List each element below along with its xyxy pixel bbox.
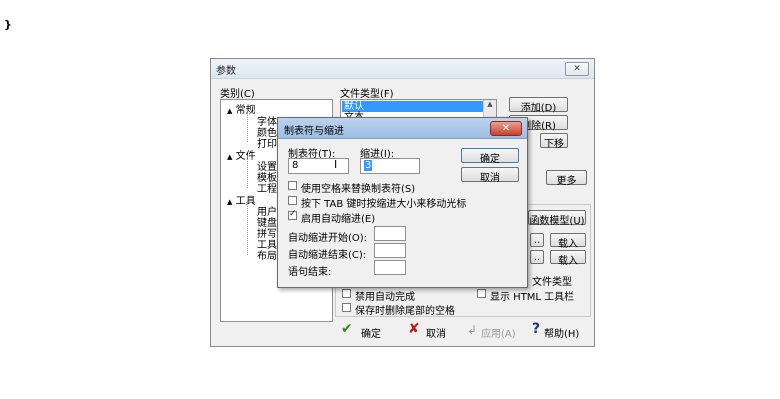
dialog-ok-button[interactable]: 确定: [461, 148, 519, 165]
filetype-behind-text: 文件类型: [532, 277, 572, 288]
auto-indent-start-label: 自动缩进开始(O):: [288, 233, 368, 244]
dialog-title: 制表符与缩进: [284, 126, 344, 137]
help-icon: ?: [532, 321, 541, 337]
add-button[interactable]: 添加(D): [509, 97, 568, 114]
close-icon: ✕: [501, 123, 511, 134]
move-down-label: 下移: [544, 139, 564, 150]
function-model-button[interactable]: 函数模型(U): [528, 210, 586, 227]
tree-label: 工具: [235, 196, 256, 207]
tree-line: [247, 201, 249, 255]
indent-size-input[interactable]: 3: [360, 158, 420, 174]
statement-end-input[interactable]: [374, 260, 406, 275]
window-title: 参数: [216, 66, 236, 77]
tree-item-layout[interactable]: 布局: [257, 247, 277, 262]
dialog-titlebar: 制表符与缩进 ✕: [278, 118, 527, 139]
x-icon: ✘: [408, 321, 420, 337]
load-button-1[interactable]: 载入: [550, 233, 586, 250]
category-label: 类别(C): [220, 89, 255, 100]
tree-toggle-icon[interactable]: ▲: [227, 153, 232, 161]
show-html-toolbar-checkbox[interactable]: [477, 289, 486, 298]
browse-button-1[interactable]: ..: [530, 233, 544, 247]
auto-indent-start-input[interactable]: [374, 226, 406, 241]
load-button-2[interactable]: 载入: [550, 250, 586, 267]
tree-toggle-icon[interactable]: ▲: [227, 107, 232, 115]
tab-moves-by-indent-checkbox[interactable]: [288, 196, 297, 205]
disable-autocomplete-checkbox[interactable]: [342, 289, 351, 298]
text-cursor-icon: I: [334, 158, 338, 171]
tab-moves-by-indent-label: 按下 TAB 键时按缩进大小来移动光标: [301, 199, 467, 210]
tab-size-input[interactable]: 8: [288, 158, 349, 174]
tree-node-file[interactable]: ▲ 文件: [227, 147, 256, 162]
tree-item-print[interactable]: 打印: [257, 135, 277, 150]
filetype-label: 文件类型(F): [340, 89, 394, 100]
footer-cancel-label: 取消: [426, 329, 446, 340]
dialog-ok-label: 确定: [480, 154, 500, 165]
filetype-item-selected[interactable]: 默认: [342, 101, 485, 112]
add-button-label: 添加(D): [520, 103, 557, 114]
move-down-button[interactable]: 下移: [540, 133, 568, 150]
tree-line: [247, 156, 249, 188]
use-spaces-label: 使用空格来替换制表符(S): [301, 184, 416, 195]
function-model-label: 函数模型(U): [529, 216, 585, 227]
load-label: 载入: [558, 239, 578, 250]
auto-indent-label: 启用自动缩进(E): [301, 214, 376, 225]
more-button[interactable]: 更多: [546, 170, 587, 187]
dialog-cancel-button[interactable]: 取消: [461, 167, 519, 184]
footer-apply-label: 应用(A): [481, 329, 516, 340]
disable-autocomplete-label: 禁用自动完成: [355, 292, 415, 303]
use-spaces-checkbox[interactable]: [288, 181, 297, 190]
statement-end-label: 语句结束:: [288, 267, 332, 278]
check-icon: ✔: [341, 321, 353, 337]
tree-node-tools[interactable]: ▲ 工具: [227, 192, 256, 207]
show-html-toolbar-label: 显示 HTML 工具栏: [490, 292, 575, 303]
tab-indent-dialog: 制表符与缩进 ✕ 制表符(T): 8 I 缩进(I): 3 确定 取消 使用空格…: [277, 117, 528, 288]
footer-ok-label: 确定: [361, 329, 381, 340]
dialog-close-button[interactable]: ✕: [490, 121, 522, 136]
tree-toggle-icon[interactable]: ▲: [227, 198, 232, 206]
indent-value-selected: 3: [364, 160, 373, 171]
browse-label: ..: [533, 235, 541, 246]
auto-indent-checkbox[interactable]: [288, 209, 297, 220]
auto-indent-end-label: 自动缩进结束(C):: [288, 250, 367, 261]
scroll-up-icon[interactable]: ▲: [484, 100, 496, 108]
keep-trailing-spaces-checkbox[interactable]: [342, 303, 351, 312]
tree-node-general[interactable]: ▲ 常规: [227, 101, 256, 116]
tree-label: 常规: [235, 105, 256, 116]
window-close-button[interactable]: ✕: [565, 62, 589, 76]
tree-line: [247, 110, 249, 142]
auto-indent-end-input[interactable]: [374, 243, 406, 258]
footer-help-label: 帮助(H): [544, 329, 580, 340]
tree-item-project[interactable]: 工程: [257, 180, 277, 195]
tree-label: 文件: [235, 151, 256, 162]
dialog-cancel-label: 取消: [480, 173, 500, 184]
browse-label: ..: [533, 252, 541, 263]
keep-trailing-spaces-label: 保存时删除尾部的空格: [355, 306, 455, 317]
close-icon: ✕: [573, 64, 581, 74]
stray-brace-text: }: [4, 18, 12, 31]
apply-icon: ↲: [467, 323, 478, 337]
browse-button-2[interactable]: ..: [530, 250, 544, 264]
load-label: 载入: [558, 256, 578, 267]
more-label: 更多: [556, 176, 577, 187]
window-titlebar: 参数 ✕: [211, 59, 594, 79]
